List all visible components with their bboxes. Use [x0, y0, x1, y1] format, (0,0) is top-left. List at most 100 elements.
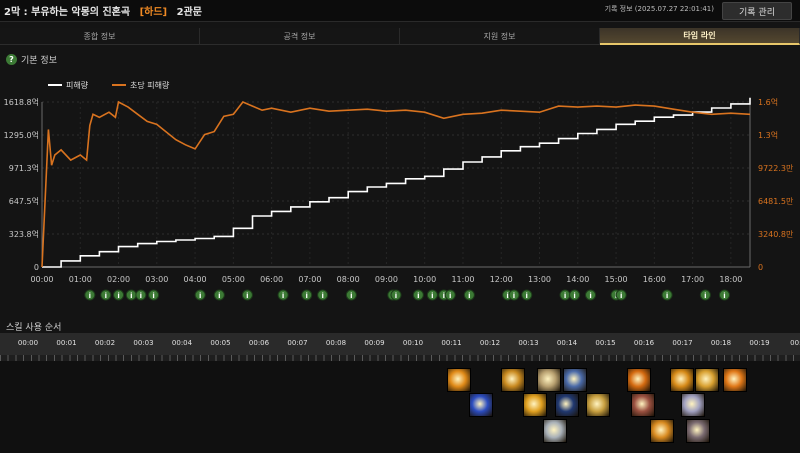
skill-timeline-tick-label: 00:08 [325, 339, 347, 347]
skill-icon[interactable] [627, 368, 651, 392]
record-manage-button[interactable]: 기록 관리 [722, 2, 792, 20]
skill-order-label: 스킬 사용 순서 [6, 323, 62, 333]
skill-timeline-tick-label: 00:07 [287, 339, 308, 347]
skill-icon[interactable] [563, 368, 587, 392]
x-tick-label: 03:00 [145, 275, 168, 284]
skill-timeline-tick-label: 00:01 [56, 339, 77, 347]
info-marker-glyph: i [321, 292, 323, 300]
x-tick-label: 17:00 [681, 275, 704, 284]
info-marker-glyph: i [589, 292, 591, 300]
info-marker-glyph: i [117, 292, 119, 300]
x-tick-label: 11:00 [451, 275, 474, 284]
info-marker-glyph: i [449, 292, 451, 300]
skill-timeline-tick-label: 00:15 [595, 339, 616, 347]
info-marker-glyph: i [130, 292, 132, 300]
skill-icon[interactable] [555, 393, 579, 417]
info-marker-glyph: i [246, 292, 248, 300]
tab-bar: 종합 정보 공격 정보 지원 정보 타임 라인 [0, 28, 800, 45]
x-tick-label: 14:00 [566, 275, 589, 284]
skill-timeline-tick-label: 00:00 [17, 339, 39, 347]
skill-icon[interactable] [686, 419, 710, 443]
skill-icon[interactable] [723, 368, 747, 392]
info-marker-glyph: i [140, 292, 142, 300]
skill-timeline-tick-label: 00:10 [402, 339, 424, 347]
y-right-tick-label: 3240.8만 [758, 230, 794, 239]
skill-icon[interactable] [537, 368, 561, 392]
y-right-tick-label: 1.3억 [758, 130, 778, 140]
series-line-dps [41, 100, 751, 268]
x-tick-label: 15:00 [605, 275, 628, 284]
y-right-tick-label: 0 [758, 263, 763, 272]
tab-attack[interactable]: 공격 정보 [200, 28, 400, 45]
x-tick-label: 02:00 [107, 275, 130, 284]
skill-icon[interactable] [447, 368, 471, 392]
skill-icon[interactable] [681, 393, 705, 417]
skill-timeline-tick-label: 00:19 [749, 339, 770, 347]
skill-timeline-tick-label: 00:04 [171, 339, 193, 347]
skill-icon[interactable] [695, 368, 719, 392]
skill-icon[interactable] [670, 368, 694, 392]
skill-timeline-bar[interactable]: 00:00 00:01 00:02 00:03 00:04 00:05 00:06 00:07… [0, 333, 800, 355]
skill-timeline-tick-label: 00:14 [556, 339, 578, 347]
skill-icon[interactable] [469, 393, 493, 417]
skill-icon[interactable] [631, 393, 655, 417]
skill-icon[interactable] [501, 368, 525, 392]
skill-timeline-ruler [0, 355, 800, 361]
info-marker-glyph: i [282, 292, 284, 300]
skill-timeline-tick-label: 00:13 [518, 339, 539, 347]
x-tick-label: 01:00 [69, 275, 92, 284]
raid-name: 2막 : 부유하는 악몽의 진혼곡 [4, 7, 131, 18]
info-marker-glyph: i [395, 292, 397, 300]
y-right-tick-label: 6481.5만 [758, 197, 794, 206]
info-marker-glyph: i [218, 292, 220, 300]
info-marker-glyph: i [506, 292, 508, 300]
y-left-tick-label: 1618.8억 [4, 97, 39, 107]
skill-icon[interactable] [650, 419, 674, 443]
y-left-tick-label: 647.5억 [9, 196, 39, 206]
skill-timeline-tick-label: 00:11 [441, 339, 462, 347]
tab-support[interactable]: 지원 정보 [400, 28, 600, 45]
info-marker-glyph: i [89, 292, 91, 300]
skill-timeline-tick-label: 00:12 [479, 339, 501, 347]
difficulty-badge: [하드] [139, 7, 168, 18]
series-line-damage [42, 97, 751, 268]
x-tick-label: 00:00 [30, 275, 53, 284]
stage-label: 2관문 [176, 7, 202, 18]
skill-timeline-tick-label: 00:17 [672, 339, 693, 347]
raid-title: 2막 : 부유하는 악몽의 진혼곡 [하드] 2관문 [4, 3, 202, 18]
x-tick-label: 16:00 [643, 275, 666, 284]
skill-icon[interactable] [586, 393, 610, 417]
x-tick-label: 05:00 [222, 275, 245, 284]
legend-label-damage: 피해량 [66, 80, 89, 90]
y-left-tick-label: 323.8억 [9, 229, 39, 239]
info-marker-glyph: i [417, 292, 419, 300]
info-marker-glyph: i [526, 292, 528, 300]
skill-timeline-tick-label: 00:2 [790, 339, 800, 347]
skill-timeline-tick-label: 00:03 [133, 339, 154, 347]
y-left-tick-label: 971.3억 [9, 163, 39, 173]
x-tick-label: 08:00 [337, 275, 360, 284]
skill-icon[interactable] [523, 393, 547, 417]
info-marker-glyph: i [105, 292, 107, 300]
info-marker-glyph: i [350, 292, 352, 300]
x-tick-label: 09:00 [375, 275, 398, 284]
x-tick-label: 06:00 [260, 275, 283, 284]
info-marker-glyph: i [513, 292, 515, 300]
info-marker-glyph: i [443, 292, 445, 300]
record-info: 기록 정보 (2025.07.27 22:01:41) [604, 5, 714, 13]
info-marker-glyph: i [620, 292, 622, 300]
skill-order-header: 스킬 사용 순서 [6, 320, 61, 333]
tab-timeline[interactable]: 타임 라인 [600, 28, 800, 45]
skill-panel: 00:00 00:01 00:02 00:03 00:04 00:05 00:06 00:07… [0, 333, 800, 453]
legend-label-dps: 초당 피해량 [130, 80, 170, 90]
x-tick-label: 07:00 [298, 275, 321, 284]
y-right-tick-label: 1.6억 [758, 97, 778, 107]
tab-summary[interactable]: 종합 정보 [0, 28, 200, 45]
info-marker-glyph: i [704, 292, 706, 300]
x-tick-label: 18:00 [719, 275, 742, 284]
timeline-chart: 피해량 초당 피해량 0 0 323.8억 3240.8만 647.5억 6481.5만 971… [0, 64, 800, 304]
x-tick-label: 10:00 [413, 275, 436, 284]
skill-icon[interactable] [543, 419, 567, 443]
skill-timeline-tick-label: 00:06 [248, 339, 270, 347]
info-marker-glyph: i [573, 292, 575, 300]
